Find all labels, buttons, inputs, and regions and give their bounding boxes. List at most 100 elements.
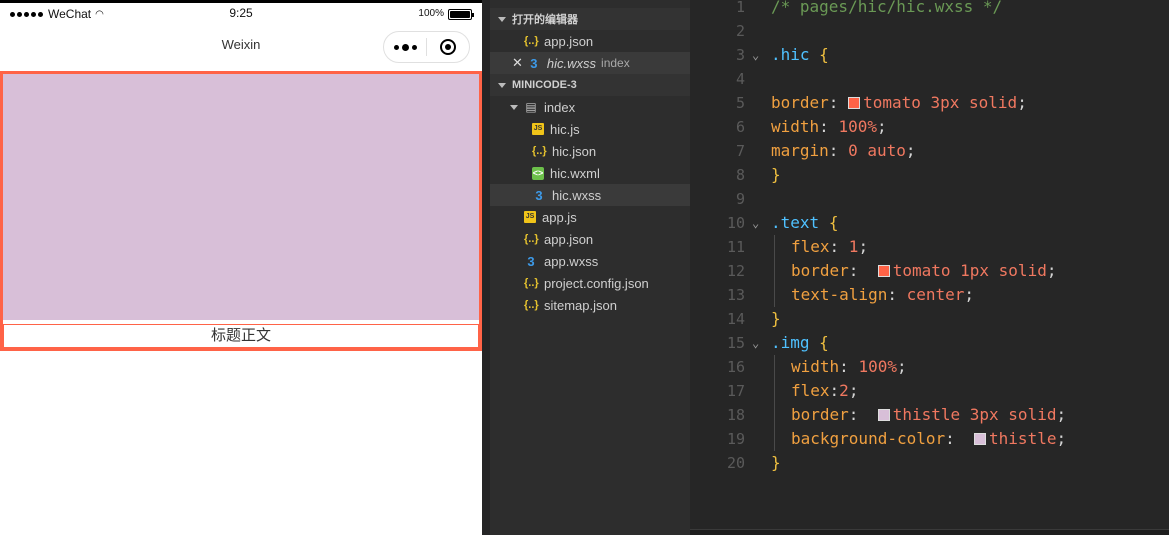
- code-token: {: [828, 213, 839, 232]
- color-swatch-icon[interactable]: [848, 97, 861, 109]
- content-text: 标题正文: [3, 324, 479, 348]
- file-item[interactable]: {..} hic.json: [490, 140, 690, 162]
- nav-bar: Weixin: [0, 25, 482, 69]
- code-text: border: tomato 1px solid;: [791, 259, 1056, 283]
- code-token: ;: [964, 285, 975, 304]
- code-token: .hic: [771, 45, 810, 64]
- panel-divider[interactable]: [482, 0, 490, 535]
- code-text: margin: 0 auto;: [771, 139, 916, 163]
- code-token: background-color: [791, 429, 946, 448]
- css-file-icon: 3: [535, 187, 543, 203]
- code-line[interactable]: 1 /* pages/hic/hic.wxss */: [690, 0, 1169, 19]
- folder-index[interactable]: ▤ index: [490, 96, 690, 118]
- tree-item-label: index: [544, 99, 576, 115]
- open-editor-item[interactable]: ✕ 3 hic.wxss index: [490, 52, 690, 74]
- code-line[interactable]: 15 ⌄ .img {: [690, 331, 1169, 355]
- chevron-down-icon[interactable]: [510, 104, 518, 110]
- code-line[interactable]: 7 margin: 0 auto;: [690, 139, 1169, 163]
- line-number: 15: [726, 334, 745, 352]
- tree-item-label: index: [601, 56, 630, 70]
- section-project[interactable]: MINICODE-3: [490, 74, 690, 96]
- more-menu-icon[interactable]: [384, 43, 426, 51]
- file-item[interactable]: 3 hic.wxss: [490, 184, 690, 206]
- tree-item-label: hic.wxss: [546, 55, 597, 71]
- file-item[interactable]: {..} app.json: [490, 228, 690, 250]
- close-icon[interactable]: ✕: [512, 55, 523, 71]
- file-item[interactable]: {..} project.config.json: [490, 272, 690, 294]
- open-editor-item[interactable]: {..} app.json: [490, 30, 690, 52]
- json-file-icon: {..}: [524, 35, 539, 47]
- json-file-icon: {..}: [524, 277, 539, 289]
- code-line[interactable]: 9: [690, 187, 1169, 211]
- file-item[interactable]: {..} sitemap.json: [490, 294, 690, 316]
- line-number: 1: [735, 0, 745, 16]
- code-token: ;: [1017, 93, 1027, 112]
- status-bar: WeChat ◠ 9:25 100%: [0, 3, 482, 25]
- file-item[interactable]: <> hic.wxml: [490, 162, 690, 184]
- code-text: .img {: [771, 331, 829, 355]
- code-token: ;: [876, 117, 887, 136]
- code-token: {: [819, 333, 829, 352]
- code-token: .text: [771, 213, 820, 232]
- line-number: 8: [735, 166, 745, 184]
- line-number: 3: [735, 46, 745, 64]
- line-number: 14: [726, 310, 745, 328]
- code-token: text-align: [791, 285, 888, 304]
- code-line[interactable]: 16 width: 100%;: [690, 355, 1169, 379]
- fold-chevron-icon[interactable]: ⌄: [752, 331, 759, 355]
- json-file-icon: {..}: [524, 299, 539, 311]
- code-line[interactable]: 19 background-color: thistle;: [690, 427, 1169, 451]
- fold-chevron-icon[interactable]: ⌄: [752, 211, 759, 235]
- js-file-icon: JS: [524, 211, 536, 223]
- code-line[interactable]: 6 width: 100%;: [690, 115, 1169, 139]
- code-token: :: [829, 237, 849, 256]
- file-explorer: 打开的编辑器 {..} app.json ✕ 3 hic.wxss index MINICOD…: [490, 0, 690, 535]
- code-token: border: [791, 405, 849, 424]
- code-line[interactable]: 10 ⌄ .text {: [690, 211, 1169, 235]
- chevron-down-icon[interactable]: [498, 16, 506, 22]
- code-line[interactable]: 3 ⌄ .hic {: [690, 43, 1169, 67]
- code-line[interactable]: 11 flex: 1;: [690, 235, 1169, 259]
- code-token: border: [771, 93, 829, 112]
- code-token: 100%: [858, 357, 897, 376]
- code-line[interactable]: 8}: [690, 163, 1169, 187]
- code-line[interactable]: 18 border: thistle 3px solid;: [690, 403, 1169, 427]
- line-number: 19: [726, 430, 745, 448]
- json-file-icon: {..}: [532, 145, 547, 157]
- line-number: 16: [726, 358, 745, 376]
- code-line[interactable]: 13 text-align: center;: [690, 283, 1169, 307]
- folder-file-icon: ▤: [525, 100, 537, 114]
- code-line[interactable]: 4: [690, 67, 1169, 91]
- code-token: 1: [848, 237, 859, 256]
- editor-status-strip: [690, 529, 1169, 535]
- color-swatch-icon[interactable]: [877, 409, 890, 421]
- code-line[interactable]: 17 flex:2;: [690, 379, 1169, 403]
- fold-chevron-icon[interactable]: ⌄: [752, 43, 759, 67]
- code-token: :: [848, 261, 878, 280]
- code-line[interactable]: 20}: [690, 451, 1169, 475]
- code-text: }: [771, 451, 781, 475]
- code-line[interactable]: 14}: [690, 307, 1169, 331]
- section-open-editors[interactable]: 打开的编辑器: [490, 8, 690, 30]
- code-line[interactable]: 5 border: tomato 3px solid;: [690, 91, 1169, 115]
- code-token: thistle 3px solid: [892, 405, 1057, 424]
- code-token: }: [771, 309, 781, 328]
- code-text: .hic {: [771, 43, 829, 67]
- file-item[interactable]: JS hic.js: [490, 118, 690, 140]
- line-number: 9: [735, 190, 745, 208]
- file-item[interactable]: JS app.js: [490, 206, 690, 228]
- file-item[interactable]: 3 app.wxss: [490, 250, 690, 272]
- close-miniprogram-icon[interactable]: [427, 39, 469, 55]
- color-swatch-icon[interactable]: [877, 265, 890, 277]
- code-text: width: 100%;: [791, 355, 907, 379]
- color-swatch-icon[interactable]: [974, 433, 987, 445]
- code-line[interactable]: 2: [690, 19, 1169, 43]
- code-editor[interactable]: 1/* pages/hic/hic.wxss */2 3 ⌄ .hic {4 5 bord…: [690, 0, 1169, 535]
- chevron-down-icon[interactable]: [498, 82, 506, 88]
- line-number: 18: [726, 406, 745, 424]
- code-token: :: [828, 93, 849, 112]
- wxml-file-icon: <>: [532, 166, 544, 180]
- code-line[interactable]: 12 border: tomato 1px solid;: [690, 259, 1169, 283]
- indent-guide: [774, 259, 775, 283]
